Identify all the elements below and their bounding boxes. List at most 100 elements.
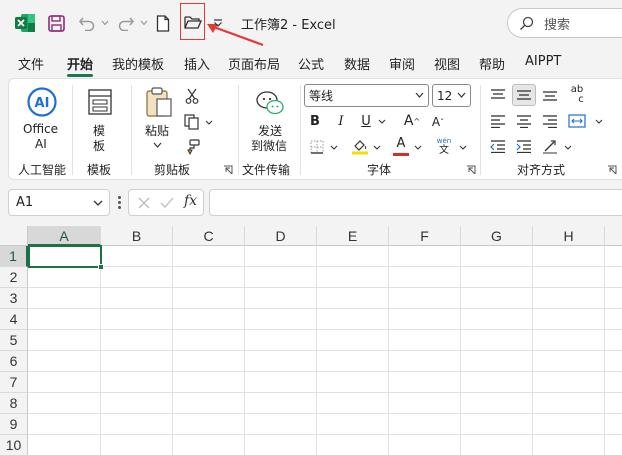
increase-indent-button[interactable] xyxy=(513,135,535,157)
tab-help[interactable]: 帮助 xyxy=(479,54,505,73)
column-header-g[interactable]: G xyxy=(461,226,533,246)
ribbon: AI Office AI 人工智能 模 板 模板 粘贴 剪贴板 发送 到微信 文… xyxy=(8,78,622,180)
close-icon[interactable] xyxy=(138,197,150,209)
insert-function-button[interactable]: fx xyxy=(184,193,197,209)
font-size-select[interactable]: 12 xyxy=(432,84,471,107)
spreadsheet-grid[interactable]: A B C D E F G H 1 2 3 4 5 6 7 8 9 10 xyxy=(0,226,622,455)
tab-data[interactable]: 数据 xyxy=(344,54,370,73)
wrap-text-label-bottom: c xyxy=(578,94,584,105)
align-middle-button[interactable] xyxy=(512,84,536,106)
tab-my-templates[interactable]: 我的模板 xyxy=(112,54,164,73)
drag-handle-icon[interactable] xyxy=(118,196,121,210)
font-name-select[interactable]: 等线 xyxy=(304,84,429,107)
name-box[interactable]: A1 xyxy=(8,189,110,216)
row-header-10[interactable]: 10 xyxy=(0,435,28,455)
tab-view[interactable]: 视图 xyxy=(434,54,460,73)
active-cell-a1[interactable] xyxy=(28,245,102,268)
chevron-down-icon[interactable] xyxy=(564,145,572,150)
column-header-f[interactable]: F xyxy=(389,226,461,246)
tab-home[interactable]: 开始 xyxy=(67,54,93,73)
cut-button[interactable] xyxy=(181,85,203,107)
new-document-button[interactable] xyxy=(152,11,174,35)
tab-aippt[interactable]: AIPPT xyxy=(525,54,561,69)
fill-color-button[interactable] xyxy=(349,135,371,157)
orientation-button[interactable] xyxy=(539,135,561,157)
column-header-a[interactable]: A xyxy=(28,226,101,246)
redo-button[interactable] xyxy=(113,11,139,35)
check-icon[interactable] xyxy=(160,197,174,209)
dialog-launcher-icon[interactable] xyxy=(607,165,617,175)
row-header-7[interactable]: 7 xyxy=(0,372,28,393)
save-button[interactable] xyxy=(44,11,68,35)
align-left-button[interactable] xyxy=(487,110,509,132)
excel-logo-icon xyxy=(14,12,36,34)
tab-review[interactable]: 审阅 xyxy=(389,54,415,73)
column-header-b[interactable]: B xyxy=(101,226,173,246)
font-color-button[interactable]: A xyxy=(390,135,412,157)
undo-button[interactable] xyxy=(74,11,100,35)
formula-input[interactable] xyxy=(209,189,622,216)
column-header-d[interactable]: D xyxy=(245,226,317,246)
group-label-clipboard: 剪贴板 xyxy=(154,163,191,177)
wrap-text-button[interactable]: ab c xyxy=(565,83,589,107)
column-header-e[interactable]: E xyxy=(317,226,389,246)
merge-cells-icon xyxy=(568,114,586,128)
column-header-partial[interactable] xyxy=(605,226,622,246)
undo-dropdown[interactable] xyxy=(100,11,110,35)
align-top-button[interactable] xyxy=(487,84,509,106)
borders-button[interactable] xyxy=(306,137,328,157)
decrease-font-button[interactable]: Aˇ xyxy=(428,112,448,132)
italic-button[interactable]: I xyxy=(332,110,350,132)
select-all-corner[interactable] xyxy=(0,226,28,246)
group-label-ai: 人工智能 xyxy=(18,163,67,177)
office-ai-button[interactable]: AI Office AI xyxy=(19,83,65,159)
formula-controls: fx xyxy=(128,189,204,216)
column-header-c[interactable]: C xyxy=(173,226,245,246)
align-center-button[interactable] xyxy=(513,110,535,132)
align-right-button[interactable] xyxy=(539,110,561,132)
decrease-indent-button[interactable] xyxy=(487,135,509,157)
merge-center-button[interactable] xyxy=(565,110,589,132)
bold-button[interactable]: B xyxy=(306,110,324,132)
gridline xyxy=(28,413,622,414)
row-header-2[interactable]: 2 xyxy=(0,267,28,288)
chevron-down-icon[interactable] xyxy=(414,145,422,150)
row-header-5[interactable]: 5 xyxy=(0,330,28,351)
tab-insert[interactable]: 插入 xyxy=(184,54,210,73)
underline-button[interactable]: U xyxy=(357,110,375,132)
formula-bar: A1 fx xyxy=(0,180,622,226)
row-header-4[interactable]: 4 xyxy=(0,309,28,330)
format-painter-button[interactable] xyxy=(181,136,203,158)
search-icon xyxy=(520,16,534,30)
increase-font-button[interactable]: A ^ xyxy=(402,110,422,132)
redo-dropdown[interactable] xyxy=(139,11,149,35)
chevron-down-icon[interactable] xyxy=(378,119,386,124)
group-label-alignment: 对齐方式 xyxy=(517,163,566,177)
font-name-value: 等线 xyxy=(309,89,334,103)
chevron-down-icon[interactable] xyxy=(330,145,338,150)
search-input[interactable]: 搜索 xyxy=(507,8,622,38)
row-header-9[interactable]: 9 xyxy=(0,414,28,435)
dialog-launcher-icon[interactable] xyxy=(466,165,476,175)
paste-button[interactable]: 粘贴 xyxy=(141,83,175,159)
phonetic-guide-button[interactable]: wén 文 xyxy=(433,135,455,157)
chevron-down-icon[interactable] xyxy=(459,145,467,150)
tab-page-layout[interactable]: 页面布局 xyxy=(228,54,280,73)
template-button[interactable]: 模 板 xyxy=(83,83,117,159)
align-bottom-button[interactable] xyxy=(539,84,561,106)
chevron-down-icon[interactable] xyxy=(595,119,603,124)
row-header-1[interactable]: 1 xyxy=(0,246,28,267)
chevron-down-icon[interactable] xyxy=(373,145,381,150)
open-button[interactable] xyxy=(180,3,205,40)
row-header-6[interactable]: 6 xyxy=(0,351,28,372)
row-header-8[interactable]: 8 xyxy=(0,393,28,414)
tab-file[interactable]: 文件 xyxy=(18,54,44,73)
send-to-wechat-button[interactable]: 发送 到微信 xyxy=(245,83,295,159)
tab-formulas[interactable]: 公式 xyxy=(298,54,324,73)
row-header-3[interactable]: 3 xyxy=(0,288,28,309)
dialog-launcher-icon[interactable] xyxy=(223,165,233,175)
fill-handle[interactable] xyxy=(98,264,104,270)
customize-quick-access-button[interactable] xyxy=(210,11,226,35)
column-header-h[interactable]: H xyxy=(533,226,605,246)
copy-button[interactable] xyxy=(181,111,215,133)
